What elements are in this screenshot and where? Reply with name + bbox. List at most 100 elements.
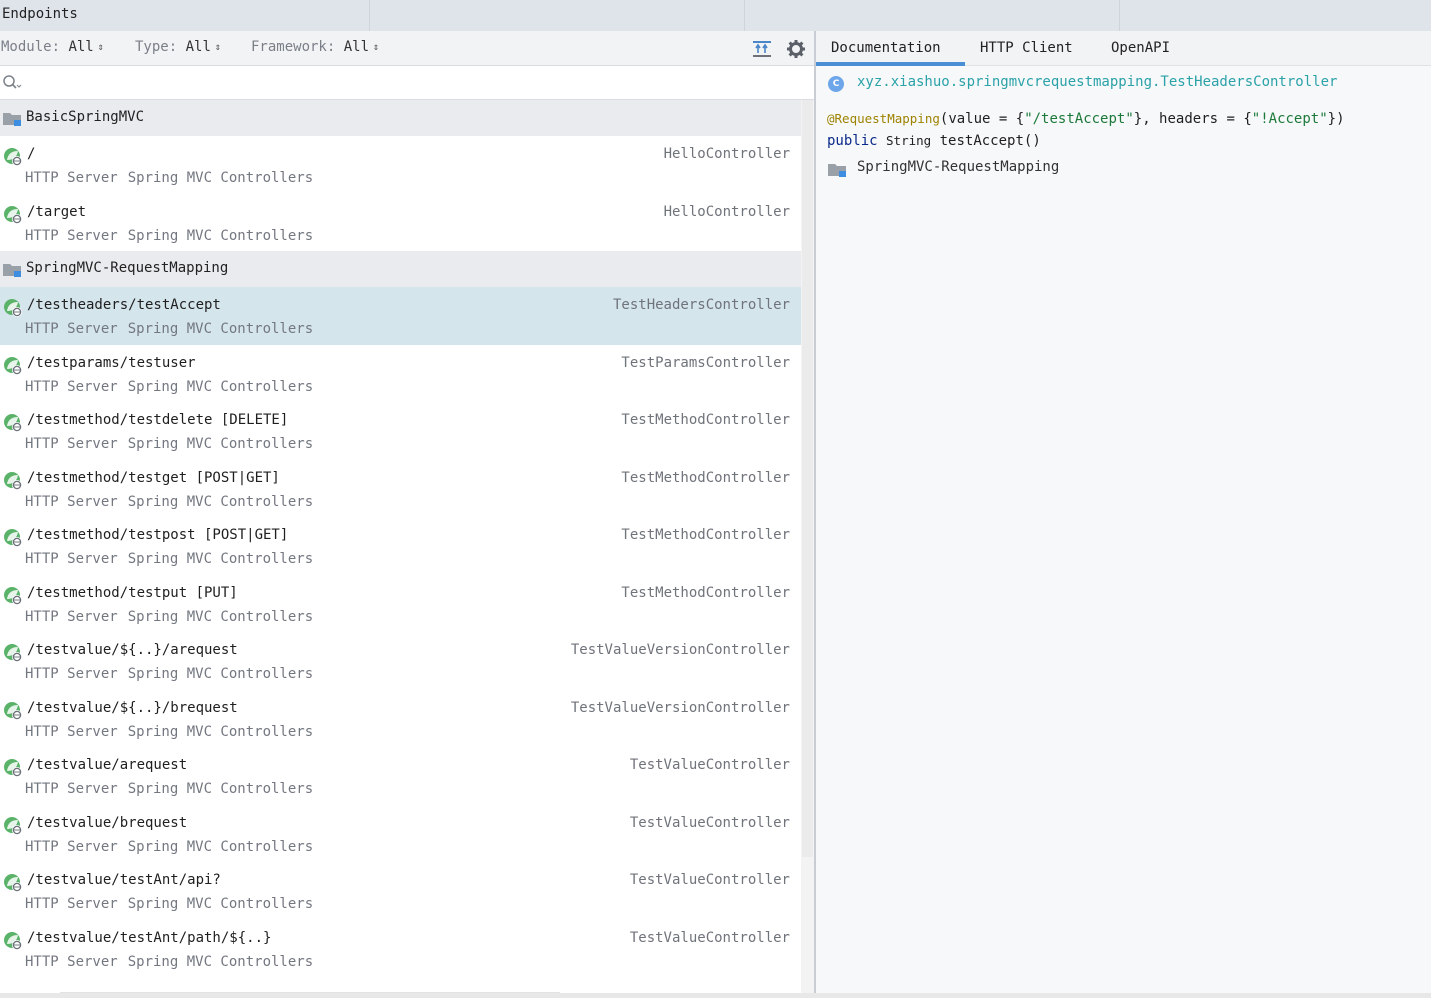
search-field[interactable] [0,66,814,100]
filter-value: All [68,39,94,55]
endpoint-type: HTTP Server [25,781,118,797]
collapse-expand-icon[interactable] [752,39,772,59]
endpoint-path: /testvalue/brequest [27,815,188,831]
code-string: "/testAccept" [1024,111,1134,127]
code-text: (value = { [939,111,1025,127]
signature-line: public String testAccept() [827,130,1345,152]
filter-label: Framework: [251,39,336,55]
spring-endpoint-icon [4,759,22,777]
tab-documentation[interactable]: Documentation [831,40,941,56]
endpoint-meta: HTTP Server Spring MVC Controllers [25,724,313,740]
endpoint-controller: TestMethodController [621,412,790,428]
scrollbar-thumb[interactable] [802,100,813,857]
endpoint-row[interactable]: /testmethod/testget [POST|GET] TestMethod… [0,460,801,517]
group-name: SpringMVC-RequestMapping [26,260,229,276]
endpoint-controller: TestParamsController [621,355,790,371]
active-tab-indicator [816,62,965,66]
class-link[interactable]: xyz.xiashuo.springmvcrequestmapping.Test… [857,74,1337,90]
endpoint-controller: TestValueVersionController [570,700,790,716]
spring-endpoint-icon [4,817,22,835]
spring-endpoint-icon [4,529,22,547]
chevron-updown-icon: ⇕ [97,42,104,53]
endpoint-type: HTTP Server [25,954,118,970]
endpoint-path: /testvalue/${..}/brequest [27,700,238,716]
endpoint-framework: Spring MVC Controllers [127,896,314,912]
status-strip [0,993,1431,998]
endpoint-path: /testvalue/${..}/arequest [27,642,238,658]
endpoint-meta: HTTP Server Spring MVC Controllers [25,666,313,682]
endpoint-path: /testvalue/arequest [27,757,188,773]
endpoint-type: HTTP Server [25,896,118,912]
endpoint-type: HTTP Server [25,228,118,244]
titlebar-divider [744,0,745,31]
endpoint-row[interactable]: /testmethod/testpost [POST|GET] TestMetho… [0,517,801,575]
endpoint-path: /testmethod/testpost [POST|GET] [27,527,289,543]
code-string: "!Accept" [1251,111,1328,127]
endpoint-row[interactable]: / HelloController HTTP Server Spring MVC Co… [0,136,801,194]
endpoint-controller: HelloController [663,204,790,220]
endpoint-row[interactable]: /testmethod/testput [PUT] TestMethodContr… [0,575,801,632]
framework-filter[interactable]: Framework: All ⇕ [251,39,379,55]
code-type: String [886,133,932,148]
endpoint-meta: HTTP Server Spring MVC Controllers [25,781,313,797]
chevron-updown-icon: ⇕ [214,42,221,53]
endpoint-list: BasicSpringMVC / HelloController HTTP Serve… [0,100,801,977]
module-filter[interactable]: Module: All ⇕ [1,39,104,55]
type-filter[interactable]: Type: All ⇕ [135,39,221,55]
endpoint-type: HTTP Server [25,666,118,682]
filter-label: Type: [135,39,178,55]
spring-endpoint-icon [4,206,22,224]
module-group-header[interactable]: SpringMVC-RequestMapping [0,251,801,287]
detail-tabs: Documentation HTTP Client OpenAPI [816,31,1431,66]
group-name: BasicSpringMVC [26,109,145,125]
module-group-header[interactable]: BasicSpringMVC [0,100,801,136]
endpoint-meta: HTTP Server Spring MVC Controllers [25,896,313,912]
code-method: testAccept() [939,133,1041,149]
endpoint-controller: TestMethodController [621,585,790,601]
spring-endpoint-icon [4,472,22,490]
endpoint-controller: TestValueController [629,930,790,946]
endpoint-row[interactable]: /testvalue/${..}/arequest TestValueVersio… [0,632,801,690]
annotation[interactable]: @RequestMapping [827,111,940,126]
endpoint-meta: HTTP Server Spring MVC Controllers [25,228,313,244]
filter-bar: Module: All ⇕ Type: All ⇕ Framework: All ⇕ [0,31,814,66]
detail-pane: Documentation HTTP Client OpenAPI C xyz.… [816,31,1431,998]
code-text: }, headers = { [1133,111,1252,127]
endpoint-framework: Spring MVC Controllers [127,954,314,970]
endpoint-controller: TestValueController [629,815,790,831]
endpoint-meta: HTTP Server Spring MVC Controllers [25,379,313,395]
spring-endpoint-icon [4,874,22,892]
endpoint-row[interactable]: /testheaders/testAccept TestHeadersContro… [0,287,801,345]
gear-icon[interactable] [786,39,806,59]
titlebar-divider [369,0,370,31]
endpoint-row[interactable]: /testparams/testuser TestParamsController… [0,345,801,402]
endpoint-type: HTTP Server [25,379,118,395]
endpoint-type: HTTP Server [25,724,118,740]
endpoint-row[interactable]: /testmethod/testdelete [DELETE] TestMetho… [0,402,801,460]
module-folder-icon [3,264,21,277]
endpoint-row[interactable]: /testvalue/brequest TestValueController HT… [0,805,801,862]
endpoint-row[interactable]: /testvalue/arequest TestValueController HT… [0,747,801,805]
endpoint-framework: Spring MVC Controllers [127,724,314,740]
filter-value: All [343,39,370,55]
endpoint-meta: HTTP Server Spring MVC Controllers [25,494,313,510]
endpoint-row[interactable]: /testvalue/testAnt/path/${..} TestValueCo… [0,920,801,977]
endpoint-framework: Spring MVC Controllers [127,379,314,395]
tab-openapi[interactable]: OpenAPI [1111,40,1170,56]
module-name: SpringMVC-RequestMapping [857,159,1060,175]
endpoint-path: /testmethod/testput [PUT] [27,585,238,601]
endpoint-type: HTTP Server [25,551,118,567]
endpoint-controller: TestMethodController [621,527,790,543]
endpoint-meta: HTTP Server Spring MVC Controllers [25,170,313,186]
module-folder-icon [828,164,846,177]
search-icon [3,75,22,89]
title-bar: Endpoints [0,0,1431,31]
tab-http-client[interactable]: HTTP Client [980,40,1073,56]
endpoint-framework: Spring MVC Controllers [127,321,314,337]
endpoint-row[interactable]: /target HelloController HTTP Server Spring … [0,194,801,251]
endpoint-row[interactable]: /testvalue/${..}/brequest TestValueVersio… [0,690,801,747]
endpoint-row[interactable]: /testvalue/testAnt/api? TestValueControll… [0,862,801,920]
endpoint-meta: HTTP Server Spring MVC Controllers [25,839,313,855]
endpoint-framework: Spring MVC Controllers [127,494,314,510]
endpoint-controller: HelloController [663,146,790,162]
